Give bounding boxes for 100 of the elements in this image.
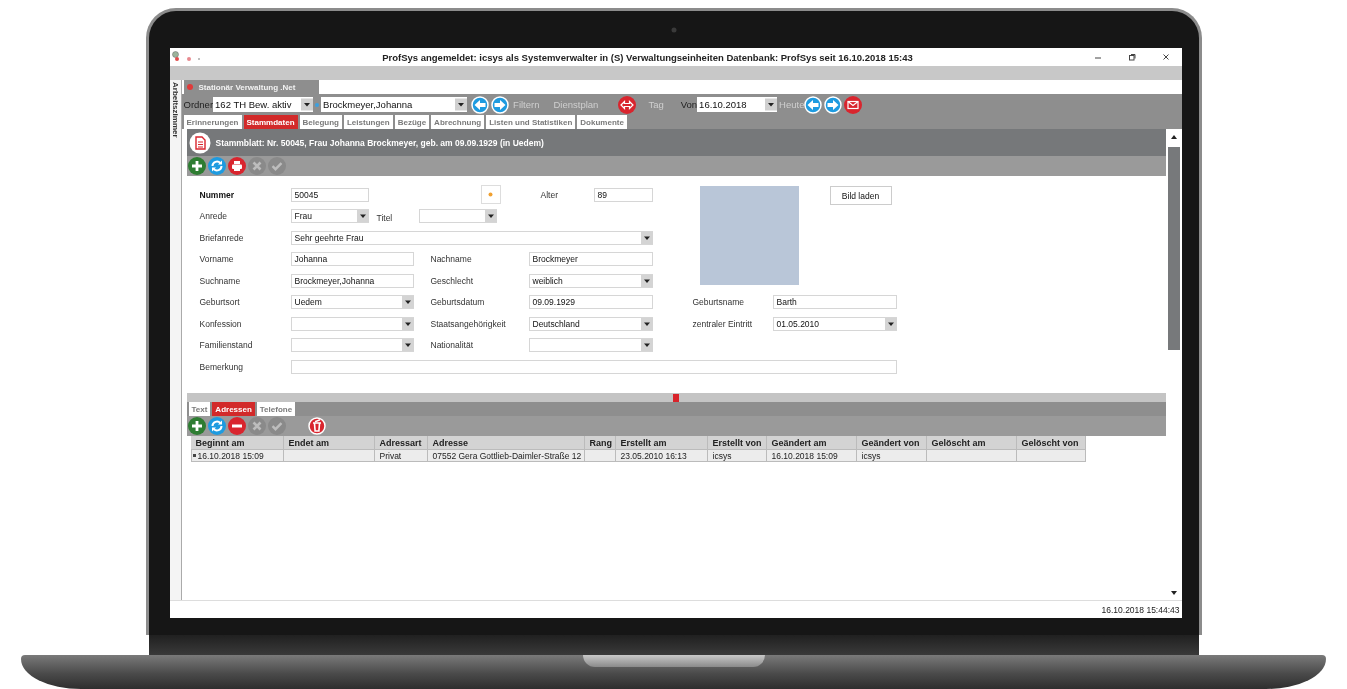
toolbar-label: Tag (648, 99, 664, 110)
table-cell: 16.10.2018 15:09 (190, 449, 284, 462)
column-header[interactable]: Rang (584, 436, 616, 449)
column-header[interactable]: Geändert von (856, 436, 927, 449)
dropdown-field[interactable] (418, 209, 497, 224)
text-field[interactable]: Johanna (290, 252, 414, 267)
toolbar-label: Ordner (183, 99, 214, 110)
date-dropdown[interactable]: 16.10.2018 (697, 97, 778, 112)
scroll-down-icon[interactable] (1169, 589, 1178, 597)
column-header[interactable]: Gelöscht am (926, 436, 1017, 449)
tab[interactable]: Stammdaten (243, 115, 298, 129)
dropdown-field[interactable] (290, 316, 414, 331)
splitter-handle[interactable] (673, 393, 679, 402)
field-label: zentraler Eintritt (692, 318, 754, 329)
dropdown-field[interactable]: Deutschland (528, 316, 653, 331)
column-header[interactable]: Gelöscht von (1016, 436, 1086, 449)
row-marker-icon (192, 454, 196, 457)
toolbar-label: Heute (779, 99, 805, 110)
dropdown-field[interactable]: Frau (290, 209, 369, 224)
field-label: Konfession (199, 318, 243, 329)
swap-arrows-icon[interactable] (618, 95, 637, 114)
printer-icon[interactable] (227, 157, 246, 175)
tab[interactable]: Erinnerungen (183, 115, 242, 129)
refresh-icon[interactable] (207, 157, 226, 175)
table-cell: icsys (856, 449, 927, 462)
column-header[interactable]: Beginnt am (190, 436, 284, 449)
add-icon[interactable] (187, 417, 206, 435)
field-label: Titel (376, 213, 394, 224)
table-cell: Privat (374, 449, 428, 462)
dropdown-field[interactable] (528, 338, 653, 353)
dropdown-field[interactable]: Uedem (290, 295, 414, 310)
status-time: 16.10.2018 15:44:43 (1101, 604, 1180, 615)
field-label: Nummer (199, 189, 235, 200)
column-header[interactable]: Geändert am (766, 436, 857, 449)
restore-icon[interactable] (1127, 53, 1136, 61)
column-header[interactable]: Erstellt von (707, 436, 767, 449)
table-cell: icsys (707, 449, 767, 462)
record-title: Stammblatt: Nr. 50045, Frau Johanna Brockmeyer, geb. am 09.09.1929 (in Uedem) (215, 137, 544, 148)
resident-dropdown[interactable]: Brockmeyer,Johanna (321, 97, 468, 112)
column-header[interactable]: Erstellt am (615, 436, 708, 449)
text-field[interactable]: Brockmeyer,Johanna (290, 273, 414, 288)
remove-icon[interactable] (227, 417, 246, 435)
table-cell: 16.10.2018 15:09 (766, 449, 857, 462)
field-label: Anrede (199, 211, 228, 222)
mail-icon[interactable] (844, 95, 863, 114)
refresh-icon[interactable] (207, 417, 226, 435)
field-label: Staatsangehörigkeit (430, 318, 507, 329)
load-image-button[interactable]: Bild laden (829, 186, 892, 205)
asterisk-icon (488, 192, 493, 198)
scrollbar-thumb[interactable] (1167, 147, 1180, 350)
field-label: Nachname (430, 254, 473, 265)
toolbar-label: Dienstplan (553, 99, 599, 110)
trash-icon[interactable] (307, 417, 326, 435)
app-icon[interactable] (171, 51, 202, 63)
text-field[interactable]: 89 (593, 187, 653, 202)
check-icon[interactable] (267, 157, 286, 175)
camera-icon (670, 26, 677, 33)
toolbar-label: Von (680, 99, 698, 110)
text-field[interactable]: Brockmeyer (528, 252, 653, 267)
tab[interactable]: Text (188, 402, 211, 416)
field-label: Suchname (199, 275, 242, 286)
side-panel-label[interactable]: Arbeitszimmer (170, 80, 180, 600)
field-label: Geschlecht (430, 275, 475, 286)
window-title: ProfSys angemeldet: icsys als Systemverwalter in (S) Verwaltungseinheiten Datenbank: ProfSys seit 16.10.2018 15:43 (381, 51, 914, 63)
field-label: Nationalität (430, 340, 475, 351)
text-field[interactable]: 09.09.1929 (528, 295, 653, 310)
text-field[interactable] (290, 359, 897, 374)
scroll-up-icon[interactable] (1169, 133, 1178, 141)
text-field[interactable]: Barth (772, 295, 897, 310)
table-cell: 23.05.2010 16:13 (615, 449, 708, 462)
tab[interactable]: Listen und Statistiken (486, 115, 576, 129)
dropdown-field[interactable]: Sehr geehrte Frau (290, 230, 653, 245)
tab[interactable]: Dokumente (577, 115, 627, 129)
close-icon[interactable] (1161, 53, 1170, 61)
dropdown-field[interactable]: weiblich (528, 273, 653, 288)
field-label: Alter (540, 189, 559, 200)
check-icon[interactable] (267, 417, 286, 435)
field-label: Familienstand (199, 340, 254, 351)
field-label: Geburtsname (692, 297, 745, 308)
column-header[interactable]: Adressart (374, 436, 428, 449)
field-label: Briefanrede (199, 232, 245, 243)
tab[interactable]: Telefone (256, 402, 296, 416)
dropdown-field[interactable] (290, 338, 414, 353)
dropdown-field[interactable]: 01.05.2010 (772, 316, 897, 331)
table-cell: 07552 Gera Gottlieb-Daimler-Straße 12 (427, 449, 585, 462)
tab[interactable]: Abrechnung (431, 115, 485, 129)
tab[interactable]: Belegung (299, 115, 342, 129)
column-header[interactable]: Adresse (427, 436, 585, 449)
folder-dropdown[interactable]: 162 TH Bew. aktiv (213, 97, 314, 112)
field-label: Vorname (199, 254, 235, 265)
tab[interactable]: Adressen (212, 402, 255, 416)
toolbar-label: Filtern (513, 99, 540, 110)
dot-icon (314, 101, 321, 108)
tab[interactable]: Bezüge (394, 115, 430, 129)
add-icon[interactable] (187, 157, 206, 175)
column-header[interactable]: Endet am (283, 436, 375, 449)
text-field[interactable]: 50045 (290, 187, 369, 202)
tab[interactable]: Leistungen (344, 115, 393, 129)
field-label: Geburtsdatum (430, 297, 486, 308)
field-label: Geburtsort (199, 297, 241, 308)
